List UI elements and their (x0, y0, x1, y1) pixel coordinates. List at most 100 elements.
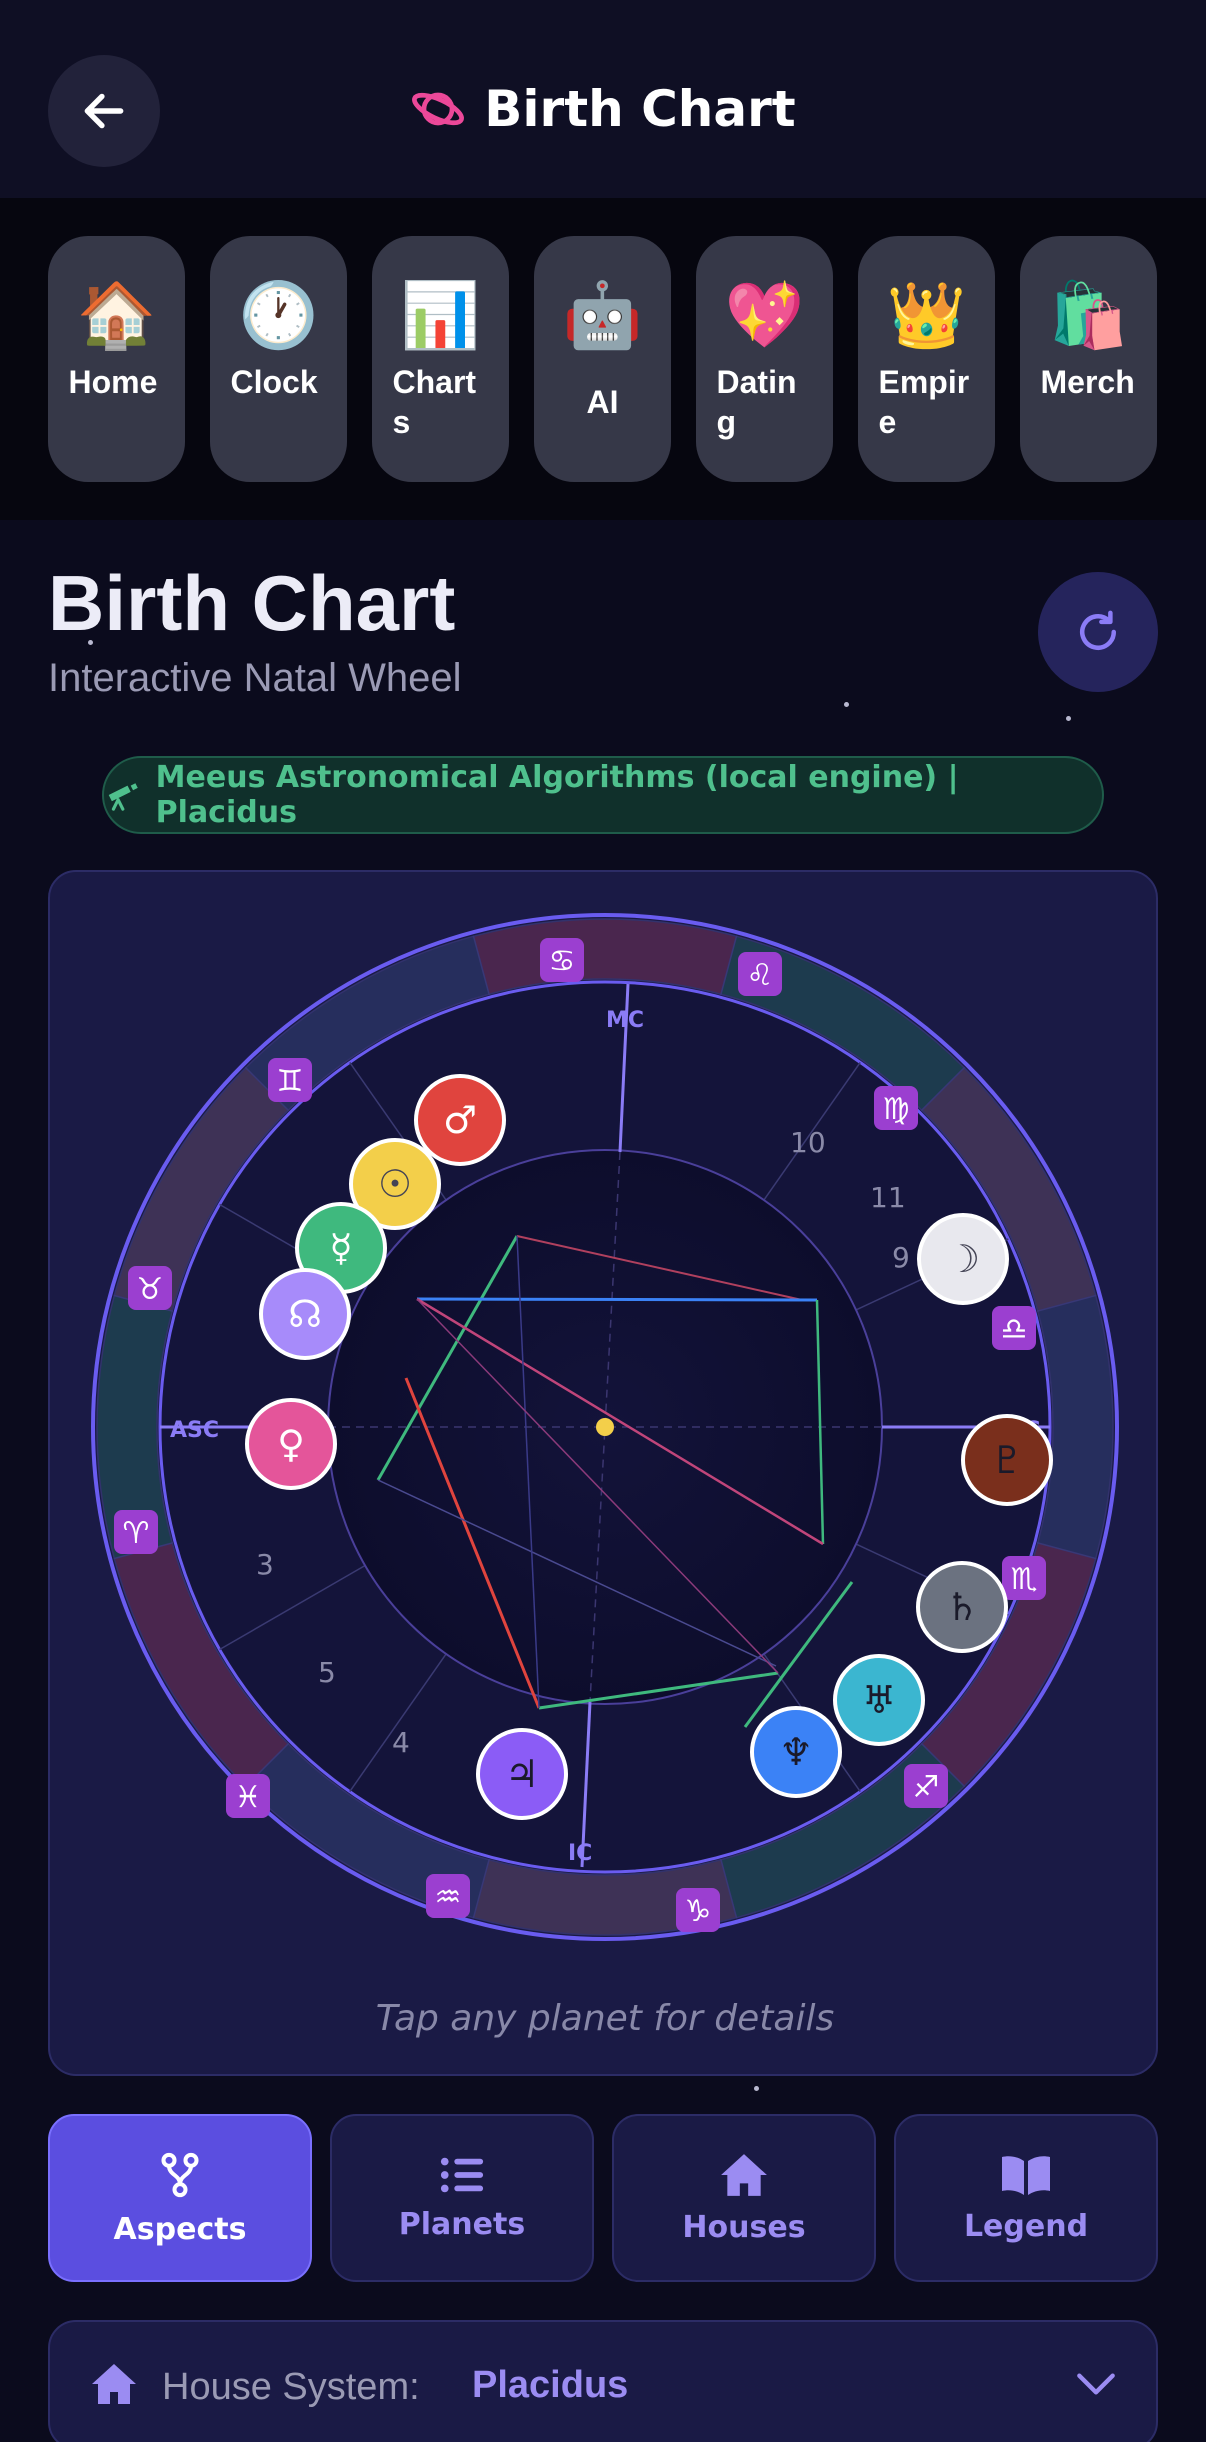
house-number: 5 (318, 1656, 336, 1689)
sparkling-heart-emoji-icon: 💖 (724, 279, 805, 353)
background-star (1066, 716, 1071, 721)
scorpio-sign-icon[interactable]: ♏ (1002, 1556, 1046, 1600)
svg-text:♏: ♏ (1011, 1562, 1038, 1597)
nav-item-charts[interactable]: 📊 Charts (372, 236, 509, 482)
chart-hint: Tap any planet for details (375, 1998, 835, 2039)
venus-planet-marker[interactable]: ♀ (245, 1398, 337, 1490)
north-node-planet-marker[interactable]: ☊ (259, 1268, 351, 1360)
chart-center-dot (596, 1418, 614, 1436)
house-number: 4 (392, 1726, 410, 1759)
moon-glyph: ☽ (946, 1237, 980, 1281)
nav-item-clock[interactable]: 🕐 Clock (210, 236, 347, 482)
ic-label: IC (568, 1841, 592, 1866)
taurus-sign-icon[interactable]: ♉ (128, 1266, 172, 1310)
virgo-sign-icon[interactable]: ♍ (874, 1086, 918, 1130)
nav-item-label: Charts (392, 364, 477, 440)
svg-text:♒: ♒ (435, 1880, 462, 1915)
tab-label: Aspects (113, 2211, 247, 2247)
uranus-glyph: ♅ (862, 1678, 896, 1722)
aries-sign-icon[interactable]: ♈ (114, 1510, 158, 1554)
asc-label: ASC (170, 1418, 219, 1443)
gemini-sign-icon[interactable]: ♊ (268, 1058, 312, 1102)
mercury-glyph: ☿ (329, 1226, 352, 1270)
nav-item-empire[interactable]: 👑 Empire (858, 236, 995, 482)
sun-glyph: ☉ (378, 1162, 412, 1206)
engine-label: Meeus Astronomical Algorithms (local eng… (155, 760, 959, 830)
house-system-selector[interactable]: House System: Placidus (48, 2320, 1158, 2442)
moon-planet-marker[interactable]: ☽ (917, 1213, 1009, 1305)
capricorn-sign-icon[interactable]: ♑ (676, 1888, 720, 1932)
neptune-planet-marker[interactable]: ♆ (750, 1706, 842, 1798)
pluto-glyph: ♇ (990, 1438, 1024, 1482)
house-icon (92, 2364, 136, 2404)
house-icon (721, 2153, 767, 2196)
saturn-glyph: ♄ (945, 1585, 979, 1629)
jupiter-glyph: ♃ (505, 1752, 539, 1796)
jupiter-planet-marker[interactable]: ♃ (476, 1728, 568, 1820)
robot-emoji-icon: 🤖 (562, 279, 643, 353)
bar-chart-emoji-icon: 📊 (400, 279, 481, 353)
chevron-down-icon (1077, 2373, 1115, 2395)
mc-label: MC (606, 1008, 644, 1033)
header-title-group: Birth Chart (0, 80, 1206, 138)
telescope-icon (108, 783, 138, 811)
nav-item-ai[interactable]: 🤖 AI (534, 236, 671, 482)
north-node-glyph: ☊ (288, 1292, 322, 1336)
nav-item-label: AI (586, 384, 619, 420)
tab-aspects[interactable]: Aspects (48, 2114, 312, 2282)
page-title: Birth Chart (484, 80, 796, 138)
house-number: 9 (892, 1241, 910, 1274)
tab-houses[interactable]: Houses (612, 2114, 876, 2282)
background-star (844, 702, 849, 707)
nav-item-label: Dating (716, 364, 797, 440)
uranus-planet-marker[interactable]: ♅ (833, 1654, 925, 1746)
tab-planets[interactable]: Planets (330, 2114, 594, 2282)
house-number: 11 (870, 1181, 906, 1214)
sagittarius-sign-icon[interactable]: ♐ (904, 1764, 948, 1808)
svg-text:♐: ♐ (913, 1770, 940, 1805)
book-open-icon (1002, 2155, 1050, 2195)
refresh-icon (1080, 610, 1116, 650)
tab-label: Legend (963, 2208, 1089, 2244)
nav-item-dating[interactable]: 💖 Dating (696, 236, 833, 482)
nav-item-label: Clock (230, 364, 318, 400)
svg-text:♍: ♍ (883, 1092, 910, 1127)
section-title: Birth Chart (48, 559, 456, 647)
house-number: 3 (256, 1548, 274, 1581)
section-subtitle: Interactive Natal Wheel (48, 656, 462, 700)
aquarius-sign-icon[interactable]: ♒ (426, 1874, 470, 1918)
nav-item-label: Home (68, 364, 158, 400)
crown-emoji-icon: 👑 (886, 279, 967, 353)
tab-label: Planets (398, 2206, 526, 2242)
leo-sign-icon[interactable]: ♌ (738, 952, 782, 996)
house-number: 10 (790, 1126, 826, 1159)
natal-wheel: ASC DSC MC IC 10 11 9 3 5 4 ♋♌♍♎♏♐♑♒♓♈♉♊… (91, 913, 1119, 1941)
clock-emoji-icon: 🕐 (238, 279, 319, 353)
svg-text:♊: ♊ (277, 1064, 304, 1099)
refresh-button[interactable] (1038, 572, 1158, 692)
natal-chart-card: ASC DSC MC IC 10 11 9 3 5 4 ♋♌♍♎♏♐♑♒♓♈♉♊… (48, 870, 1158, 2076)
pisces-sign-icon[interactable]: ♓ (226, 1774, 270, 1818)
shopping-bags-emoji-icon: 🛍️ (1048, 279, 1129, 353)
libra-sign-icon[interactable]: ♎ (992, 1306, 1036, 1350)
tab-legend[interactable]: Legend (894, 2114, 1158, 2282)
top-bar: Birth Chart (0, 0, 1206, 198)
mars-glyph: ♂ (443, 1098, 477, 1142)
calculation-engine-badge: Meeus Astronomical Algorithms (local eng… (102, 756, 1104, 834)
list-icon (440, 2157, 484, 2192)
svg-text:♉: ♉ (137, 1272, 164, 1307)
svg-text:♑: ♑ (685, 1894, 712, 1929)
nav-item-home[interactable]: 🏠 Home (48, 236, 185, 482)
svg-text:♈: ♈ (123, 1516, 150, 1551)
svg-text:♓: ♓ (235, 1780, 262, 1815)
saturn-planet-marker[interactable]: ♄ (916, 1561, 1008, 1653)
tab-label: Houses (682, 2209, 806, 2245)
pluto-planet-marker[interactable]: ♇ (961, 1414, 1053, 1506)
mars-planet-marker[interactable]: ♂ (414, 1074, 506, 1166)
nav-item-merch[interactable]: 🛍️ Merch (1020, 236, 1157, 482)
cancer-sign-icon[interactable]: ♋ (540, 938, 584, 982)
svg-text:♌: ♌ (747, 958, 774, 993)
venus-glyph: ♀ (277, 1422, 305, 1466)
house-system-label: House System: (162, 2366, 420, 2408)
background-star (754, 2086, 759, 2091)
